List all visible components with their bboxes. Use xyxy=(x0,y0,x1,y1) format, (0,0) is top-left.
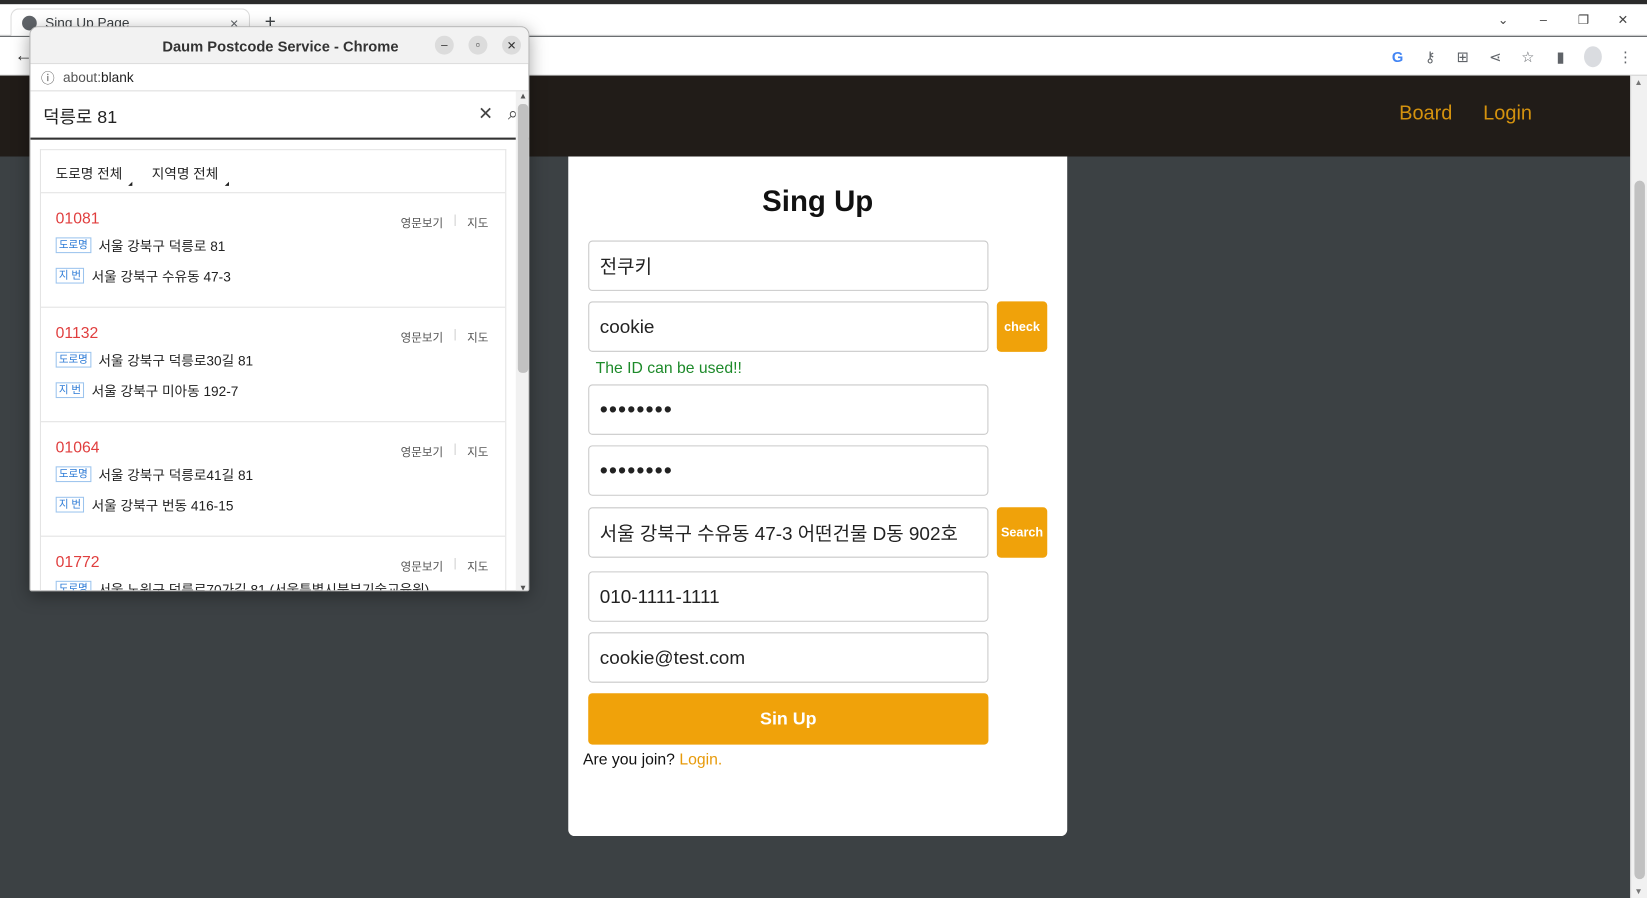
lot-address-row[interactable]: 지 번 서울 강북구 미아동 192-7 xyxy=(55,380,491,400)
key-icon[interactable]: ⚷ xyxy=(1421,48,1439,66)
scroll-down-icon[interactable]: ▼ xyxy=(1634,886,1642,895)
road-address-row[interactable]: 도로명 서울 강북구 덕릉로41길 81 xyxy=(55,464,491,484)
bookmark-star-icon[interactable]: ☆ xyxy=(1519,48,1537,66)
lot-badge: 지 번 xyxy=(55,382,85,399)
map-link[interactable]: 지도 xyxy=(467,214,488,231)
address-search-button[interactable]: Search xyxy=(996,507,1048,558)
map-link[interactable]: 지도 xyxy=(467,329,488,346)
window-close-icon[interactable]: ✕ xyxy=(1618,13,1629,28)
info-icon[interactable]: ⓘ xyxy=(41,67,55,87)
link-divider: | xyxy=(453,214,457,227)
popup-maximize-icon[interactable]: ▫ xyxy=(468,35,488,55)
lot-address[interactable]: 서울 강북구 수유동 47-3 xyxy=(92,266,231,286)
phone-field[interactable]: 010-1111-1111 xyxy=(588,571,989,622)
popup-scroll-thumb[interactable] xyxy=(517,103,529,373)
minimize-icon[interactable]: – xyxy=(1540,13,1547,28)
lot-address-row[interactable]: 지 번 서울 강북구 수유동 47-3 xyxy=(55,266,491,286)
popup-scroll-up-icon[interactable]: ▲ xyxy=(519,91,527,100)
side-panel-icon[interactable]: ▮ xyxy=(1551,48,1569,66)
login-link[interactable]: Login. xyxy=(679,751,722,769)
map-link[interactable]: 지도 xyxy=(467,443,488,460)
popup-title: Daum Postcode Service - Chrome xyxy=(162,37,399,55)
road-address[interactable]: 서울 강북구 덕릉로41길 81 xyxy=(98,464,253,484)
road-badge: 도로명 xyxy=(55,237,91,254)
tab-list-icon[interactable]: ⌄ xyxy=(1498,13,1509,28)
page-scroll-thumb[interactable] xyxy=(1634,180,1645,880)
postcode-result-item[interactable]: 01772 영문보기 | 지도 도로명 서울 노원구 덕릉로70가길 81 (서울특별시북… xyxy=(41,537,505,591)
result-links: 영문보기 | 지도 xyxy=(401,443,489,460)
lot-badge: 지 번 xyxy=(55,267,85,284)
toolbar-icons: G ⚷ ⊞ ⋖ ☆ ▮ ⋮ xyxy=(1389,46,1635,68)
nav-board-link[interactable]: Board xyxy=(1399,103,1452,126)
restore-icon[interactable]: ❐ xyxy=(1578,13,1589,28)
profile-avatar-icon[interactable] xyxy=(1584,46,1602,68)
postcode-result-item[interactable]: 01064 영문보기 | 지도 도로명 서울 강북구 덕릉로41길 81 지 번 서울 강북구… xyxy=(40,422,506,537)
nav-login-link[interactable]: Login xyxy=(1483,103,1532,126)
address-field[interactable]: 서울 강북구 수유동 47-3 어떤건물 D동 902호 xyxy=(588,507,989,558)
check-id-button[interactable]: check xyxy=(996,301,1048,352)
postcode-popup-window: Daum Postcode Service - Chrome – ▫ ✕ ⓘ a… xyxy=(29,26,530,592)
result-links: 영문보기 | 지도 xyxy=(401,214,489,231)
postcode-result-list: 도로명 전체 지역명 전체 01081 영문보기 | 지도 도로명 서울 강북구 덕릉로 … xyxy=(39,149,507,591)
email-field[interactable]: cookie@test.com xyxy=(588,632,989,683)
popup-scrollbar[interactable]: ▲ ▼ xyxy=(515,91,529,591)
result-filters: 도로명 전체 지역명 전체 xyxy=(40,150,506,194)
signup-title: Sing Up xyxy=(762,184,874,218)
road-address-row[interactable]: 도로명 서울 강북구 덕릉로 81 xyxy=(55,235,491,255)
lot-badge: 지 번 xyxy=(55,496,85,513)
english-view-link[interactable]: 영문보기 xyxy=(401,443,444,460)
postcode-search-input[interactable]: 덕릉로 81 ✕ ⌕ xyxy=(30,91,529,140)
google-icon[interactable]: G xyxy=(1389,48,1407,65)
popup-minimize-icon[interactable]: – xyxy=(434,35,454,55)
result-links: 영문보기 | 지도 xyxy=(401,558,489,575)
popup-scroll-down-icon[interactable]: ▼ xyxy=(519,583,527,590)
road-badge: 도로명 xyxy=(55,351,91,368)
filter-region-dropdown[interactable]: 지역명 전체 xyxy=(152,163,230,186)
popup-url: about:blank xyxy=(63,69,134,86)
join-text: Are you join? xyxy=(582,750,675,769)
signup-submit-button[interactable]: Sin Up xyxy=(588,693,989,745)
lot-address[interactable]: 서울 강북구 미아동 192-7 xyxy=(92,380,239,400)
password-confirm-field[interactable]: •••••••• xyxy=(588,445,989,496)
link-divider: | xyxy=(453,443,457,456)
road-address-row[interactable]: 도로명 서울 노원구 덕릉로70가길 81 (서울특별시북부기술교육원) xyxy=(55,579,491,591)
popup-titlebar[interactable]: Daum Postcode Service - Chrome – ▫ ✕ xyxy=(30,27,529,65)
road-address[interactable]: 서울 강북구 덕릉로30길 81 xyxy=(98,350,253,370)
road-address-row[interactable]: 도로명 서울 강북구 덕릉로30길 81 xyxy=(55,350,491,370)
menu-kebab-icon[interactable]: ⋮ xyxy=(1617,48,1635,66)
popup-url-bar[interactable]: ⓘ about:blank xyxy=(30,64,529,92)
popup-close-icon[interactable]: ✕ xyxy=(502,35,521,55)
join-prompt: Are you join? Login. xyxy=(583,751,722,769)
english-view-link[interactable]: 영문보기 xyxy=(401,214,444,231)
translate-icon[interactable]: ⊞ xyxy=(1454,48,1472,66)
result-links: 영문보기 | 지도 xyxy=(401,329,489,346)
lot-address[interactable]: 서울 강북구 번동 416-15 xyxy=(92,495,234,515)
id-available-message: The ID can be used!! xyxy=(595,359,742,378)
road-badge: 도로명 xyxy=(55,466,91,483)
share-icon[interactable]: ⋖ xyxy=(1486,48,1504,66)
link-divider: | xyxy=(453,557,457,571)
postcode-search-value: 덕릉로 81 xyxy=(43,106,118,127)
link-divider: | xyxy=(453,328,457,342)
lot-address-row[interactable]: 지 번 서울 강북구 번동 416-15 xyxy=(55,495,491,515)
filter-road-dropdown[interactable]: 도로명 전체 xyxy=(56,163,134,186)
clear-icon[interactable]: ✕ xyxy=(478,104,493,125)
road-badge: 도로명 xyxy=(55,580,91,591)
english-view-link[interactable]: 영문보기 xyxy=(401,329,444,346)
road-address[interactable]: 서울 강북구 덕릉로 81 xyxy=(98,235,225,255)
postcode-result-item[interactable]: 01081 영문보기 | 지도 도로명 서울 강북구 덕릉로 81 지 번 서울 강북구 수유… xyxy=(40,193,506,308)
road-address[interactable]: 서울 노원구 덕릉로70가길 81 (서울특별시북부기술교육원) xyxy=(98,579,429,590)
name-field[interactable]: 전쿠키 xyxy=(588,240,989,291)
password-field[interactable]: •••••••• xyxy=(588,384,989,435)
id-field[interactable]: cookie xyxy=(588,301,989,352)
postcode-result-item[interactable]: 01132 영문보기 | 지도 도로명 서울 강북구 덕릉로30길 81 지 번 서울 강북구… xyxy=(40,308,506,423)
map-link[interactable]: 지도 xyxy=(467,558,488,575)
page-scrollbar[interactable]: ▲ ▼ xyxy=(1630,75,1647,898)
scroll-up-icon[interactable]: ▲ xyxy=(1634,78,1642,87)
english-view-link[interactable]: 영문보기 xyxy=(401,558,444,575)
